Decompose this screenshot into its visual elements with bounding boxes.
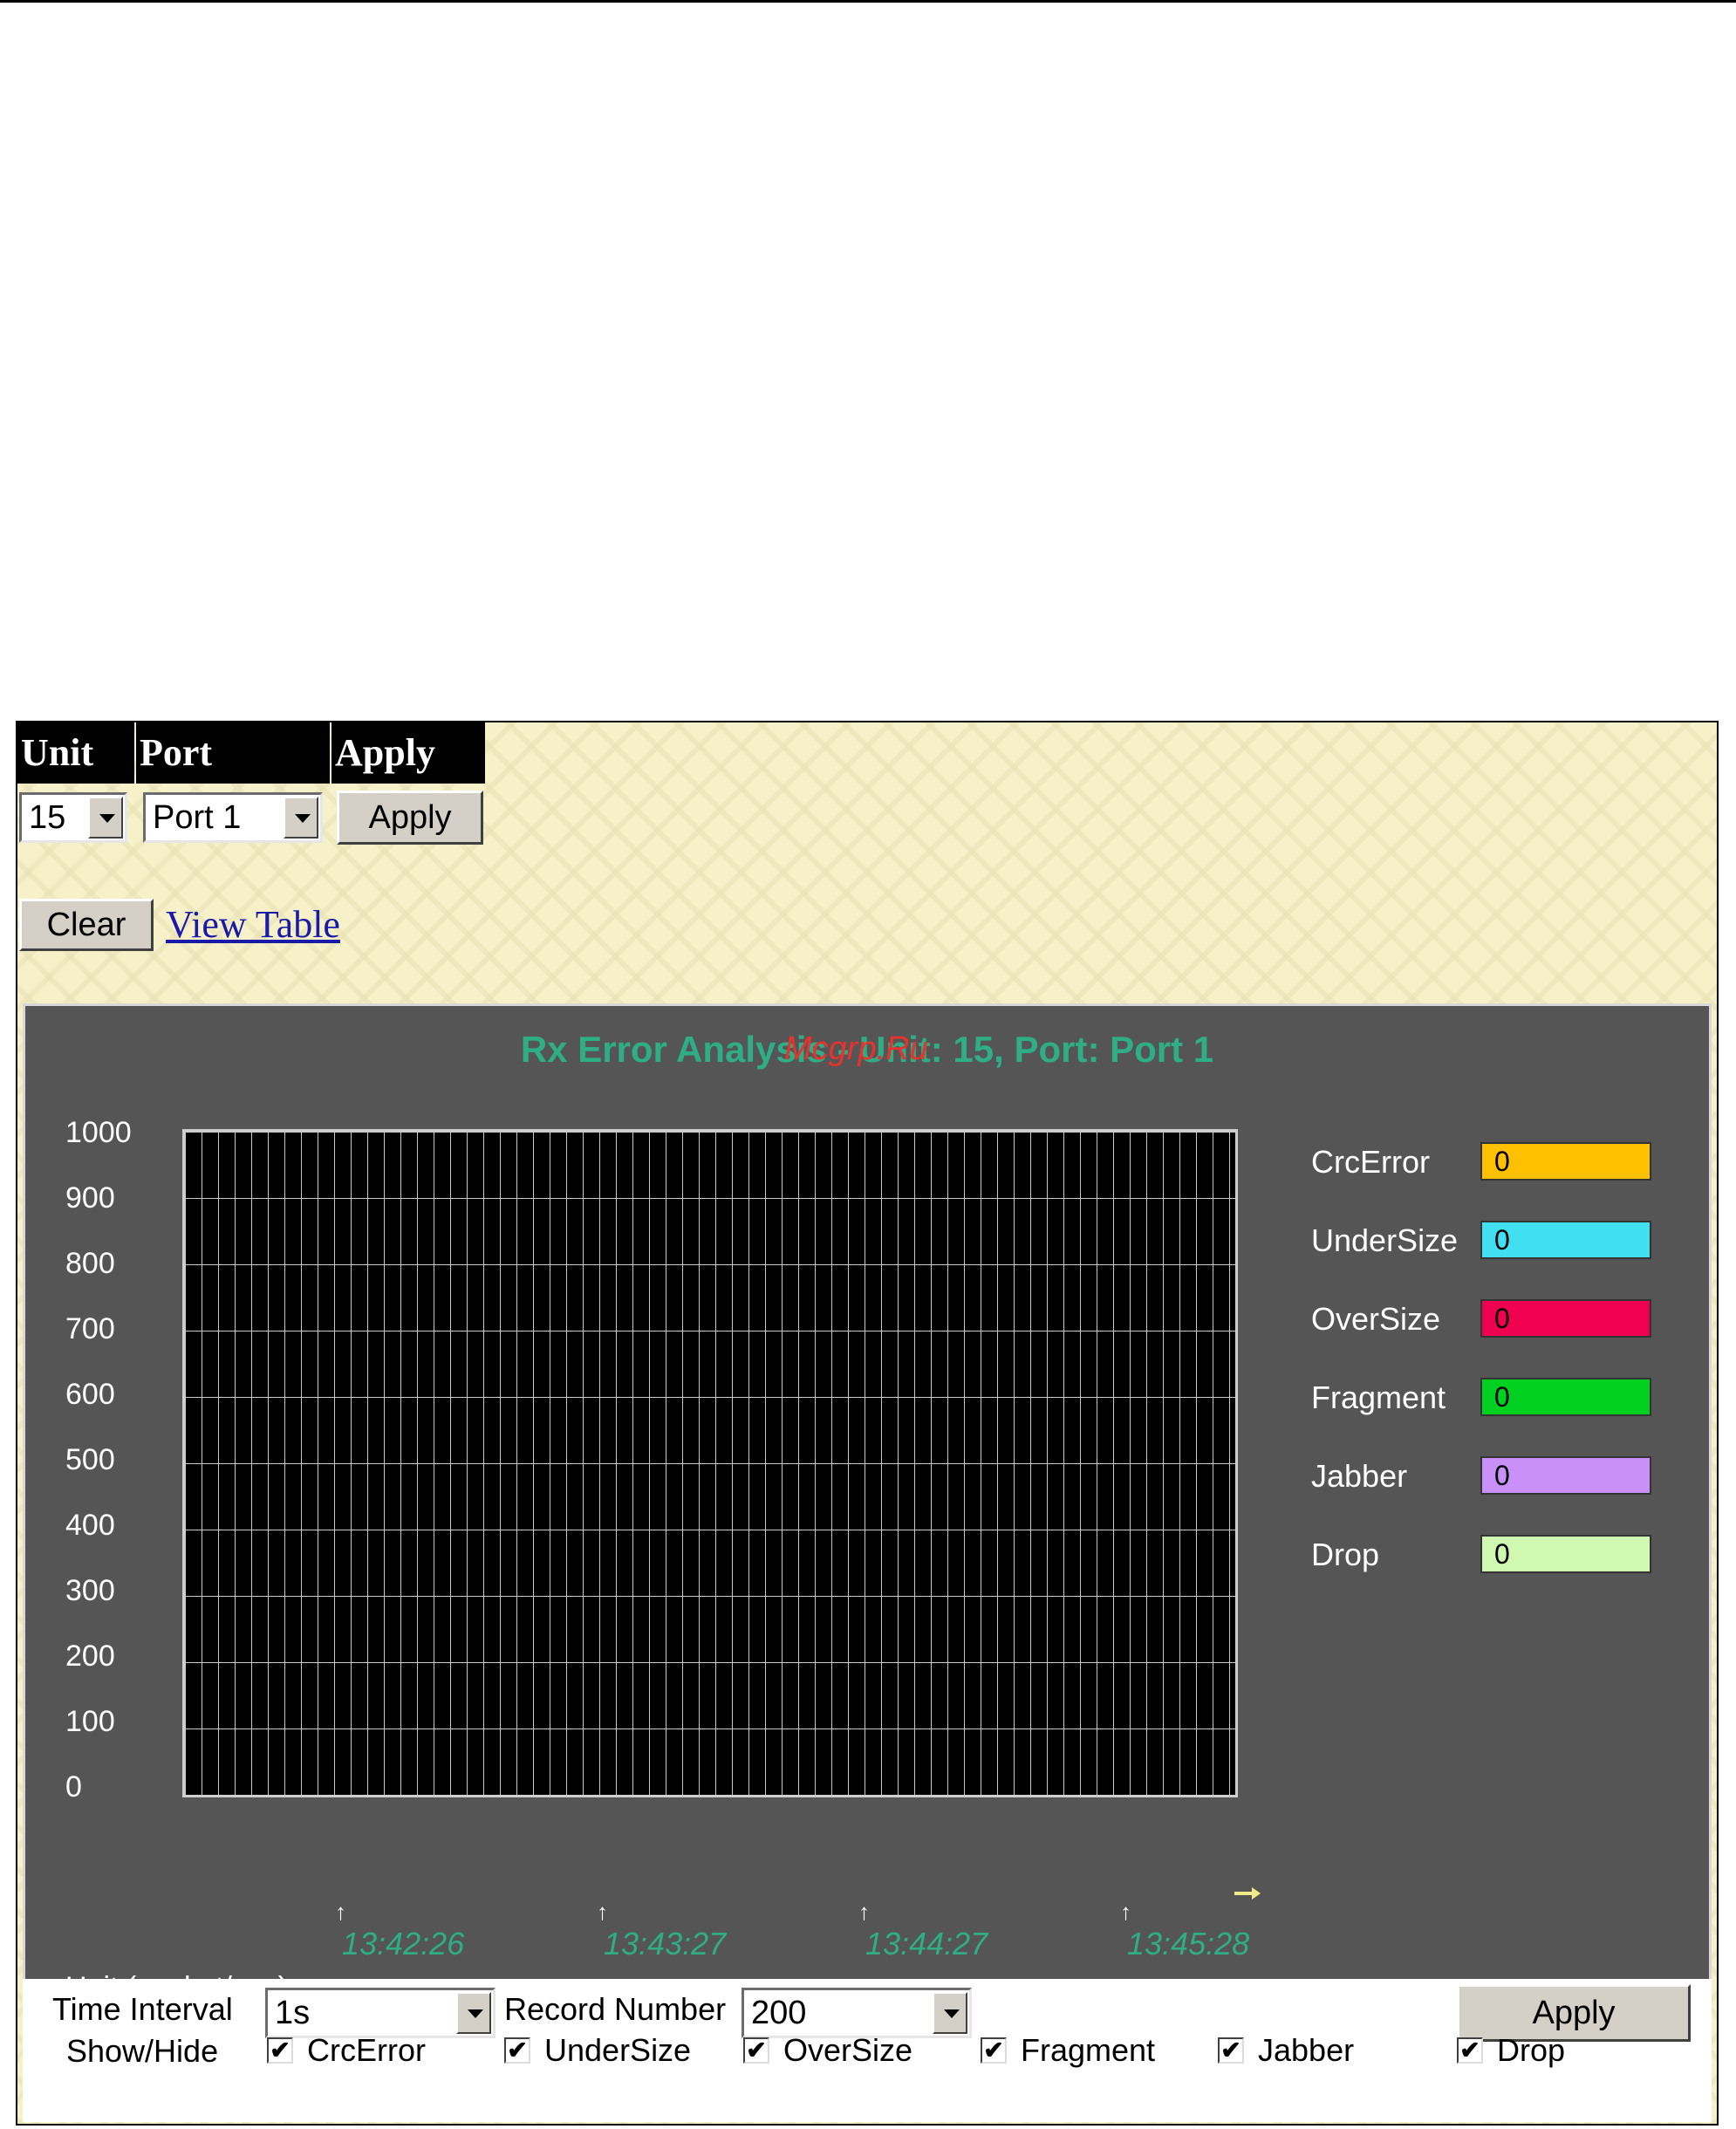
port-select-value: Port 1 <box>153 799 242 836</box>
apply-settings-button[interactable]: Apply <box>1457 1984 1691 2042</box>
x-tick-label: 13:45:28 <box>1127 1926 1250 1961</box>
port-select[interactable]: Port 1 <box>143 792 323 843</box>
time-marker-icon: ↑ <box>335 1899 346 1925</box>
y-tick-label: 500 <box>65 1443 115 1476</box>
check-icon[interactable]: ✔ <box>981 2037 1007 2064</box>
legend-value-drop: 0 <box>1480 1535 1651 1573</box>
legend-label-crcerror: CrcError <box>1311 1144 1430 1180</box>
record-number-label: Record Number <box>504 1991 727 2027</box>
x-tick-label: 13:44:27 <box>865 1926 988 1961</box>
y-tick-label: 1000 <box>65 1116 132 1149</box>
chevron-down-icon[interactable] <box>933 1992 967 2034</box>
legend-value-fragment: 0 <box>1480 1378 1651 1416</box>
check-icon[interactable]: ✔ <box>1218 2037 1244 2064</box>
y-tick-label: 800 <box>65 1247 115 1280</box>
checkbox-label: Jabber <box>1258 2032 1355 2068</box>
chevron-down-icon[interactable] <box>284 797 318 839</box>
y-tick-label: 400 <box>65 1509 115 1542</box>
clear-button[interactable]: Clear <box>19 899 154 951</box>
chart-area: Rx Error Analysis - Unit: 15, Port: Port… <box>23 1003 1712 2120</box>
check-icon[interactable]: ✔ <box>267 2037 293 2064</box>
chevron-down-icon[interactable] <box>456 1992 491 2034</box>
top-rule <box>0 0 1736 3</box>
check-icon[interactable]: ✔ <box>504 2037 530 2064</box>
x-axis-arrow <box>1234 1887 1261 1900</box>
y-tick-label: 0 <box>65 1770 82 1804</box>
legend-label-jabber: Jabber <box>1311 1458 1408 1494</box>
y-tick-label: 200 <box>65 1640 115 1673</box>
unit-select[interactable]: 15 <box>19 792 127 843</box>
time-interval-label: Time Interval <box>52 1991 233 2027</box>
x-tick-label: 13:43:27 <box>604 1926 727 1961</box>
legend-label-fragment: Fragment <box>1311 1379 1446 1415</box>
view-table-link[interactable]: View Table <box>166 902 340 947</box>
watermark: Mcgrp.Ru <box>784 1030 928 1067</box>
y-tick-label: 300 <box>65 1574 115 1607</box>
legend-value-undersize: 0 <box>1480 1221 1651 1259</box>
y-tick-label: 900 <box>65 1181 115 1215</box>
apply-header: Apply <box>331 722 485 784</box>
time-marker-icon: ↑ <box>858 1899 870 1925</box>
y-tick-label: 100 <box>65 1705 115 1738</box>
record-number-select[interactable]: 200 <box>742 1988 972 2038</box>
apply-port-button[interactable]: Apply <box>337 791 483 845</box>
checkbox-label: Fragment <box>1021 2032 1156 2068</box>
unit-header: Unit <box>17 722 134 784</box>
legend-label-oversize: OverSize <box>1311 1301 1441 1337</box>
y-tick-label: 700 <box>65 1312 115 1345</box>
y-tick-label: 600 <box>65 1378 115 1411</box>
legend-label-undersize: UnderSize <box>1311 1222 1459 1258</box>
rx-error-panel: Unit Port Apply 15 Port 1 Apply Clear Vi… <box>16 721 1719 2126</box>
show-hide-label: Show/Hide <box>66 2033 219 2069</box>
plot-area <box>182 1129 1238 1797</box>
chevron-down-icon[interactable] <box>88 797 123 839</box>
checkbox-label: OverSize <box>783 2032 913 2068</box>
legend-value-oversize: 0 <box>1480 1299 1651 1338</box>
legend-value-jabber: 0 <box>1480 1456 1651 1495</box>
legend-label-drop: Drop <box>1311 1537 1380 1572</box>
record-number-value: 200 <box>751 1995 807 2031</box>
time-interval-select[interactable]: 1s <box>265 1988 496 2038</box>
check-icon[interactable]: ✔ <box>1457 2037 1483 2064</box>
time-marker-icon: ↑ <box>597 1899 608 1925</box>
checkbox-label: UnderSize <box>544 2032 692 2068</box>
time-marker-icon: ↑ <box>1120 1899 1131 1925</box>
checkbox-label: CrcError <box>307 2032 426 2068</box>
time-interval-value: 1s <box>275 1995 311 2031</box>
legend-value-crcerror: 0 <box>1480 1142 1651 1181</box>
checkbox-label: Drop <box>1497 2032 1566 2068</box>
port-header: Port <box>136 722 330 784</box>
check-icon[interactable]: ✔ <box>743 2037 769 2064</box>
x-tick-label: 13:42:26 <box>342 1926 465 1961</box>
unit-select-value: 15 <box>29 799 66 836</box>
